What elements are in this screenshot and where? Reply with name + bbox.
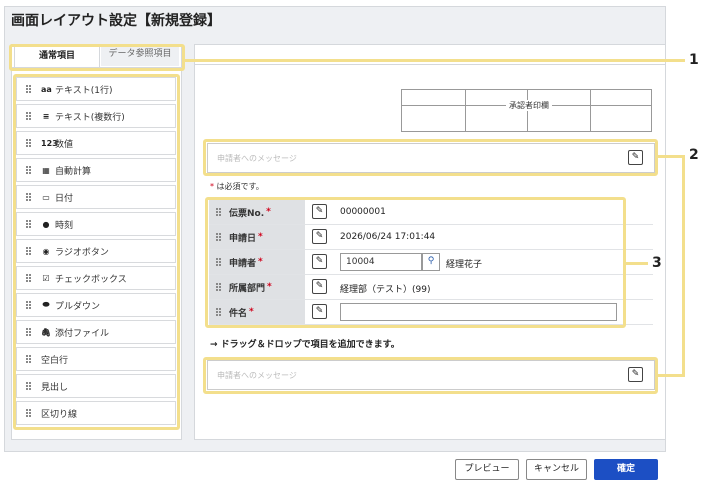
- callout-leader-2-vertical: [682, 155, 685, 377]
- callout-highlight-form: [205, 197, 626, 328]
- callout-highlight-tabs: [9, 44, 185, 71]
- cancel-button[interactable]: キャンセル: [526, 459, 587, 480]
- stamp-area-label: 承認者印欄: [506, 100, 552, 111]
- callout-leader-1: [185, 59, 685, 62]
- callout-number-3: 3: [652, 255, 662, 271]
- approver-stamp-area: 承認者印欄: [401, 89, 652, 132]
- callout-leader-2a: [658, 155, 685, 158]
- callout-number-1: 1: [689, 52, 699, 68]
- callout-highlight-message-top: [203, 139, 658, 176]
- callout-leader-3: [626, 262, 648, 265]
- callout-leader-2b: [658, 374, 685, 377]
- page-title: 画面レイアウト設定【新規登録】: [11, 13, 221, 29]
- canvas-header-divider: [194, 64, 666, 65]
- callout-highlight-palette: [13, 74, 180, 430]
- callout-highlight-message-bottom: [203, 357, 658, 394]
- callout-number-2: 2: [689, 147, 699, 163]
- confirm-button[interactable]: 確定: [594, 459, 658, 480]
- drag-drop-hint: → ドラッグ＆ドロップで項目を追加できます。: [210, 340, 400, 350]
- required-note: * は必須です。: [210, 182, 264, 191]
- preview-button[interactable]: プレビュー: [455, 459, 519, 480]
